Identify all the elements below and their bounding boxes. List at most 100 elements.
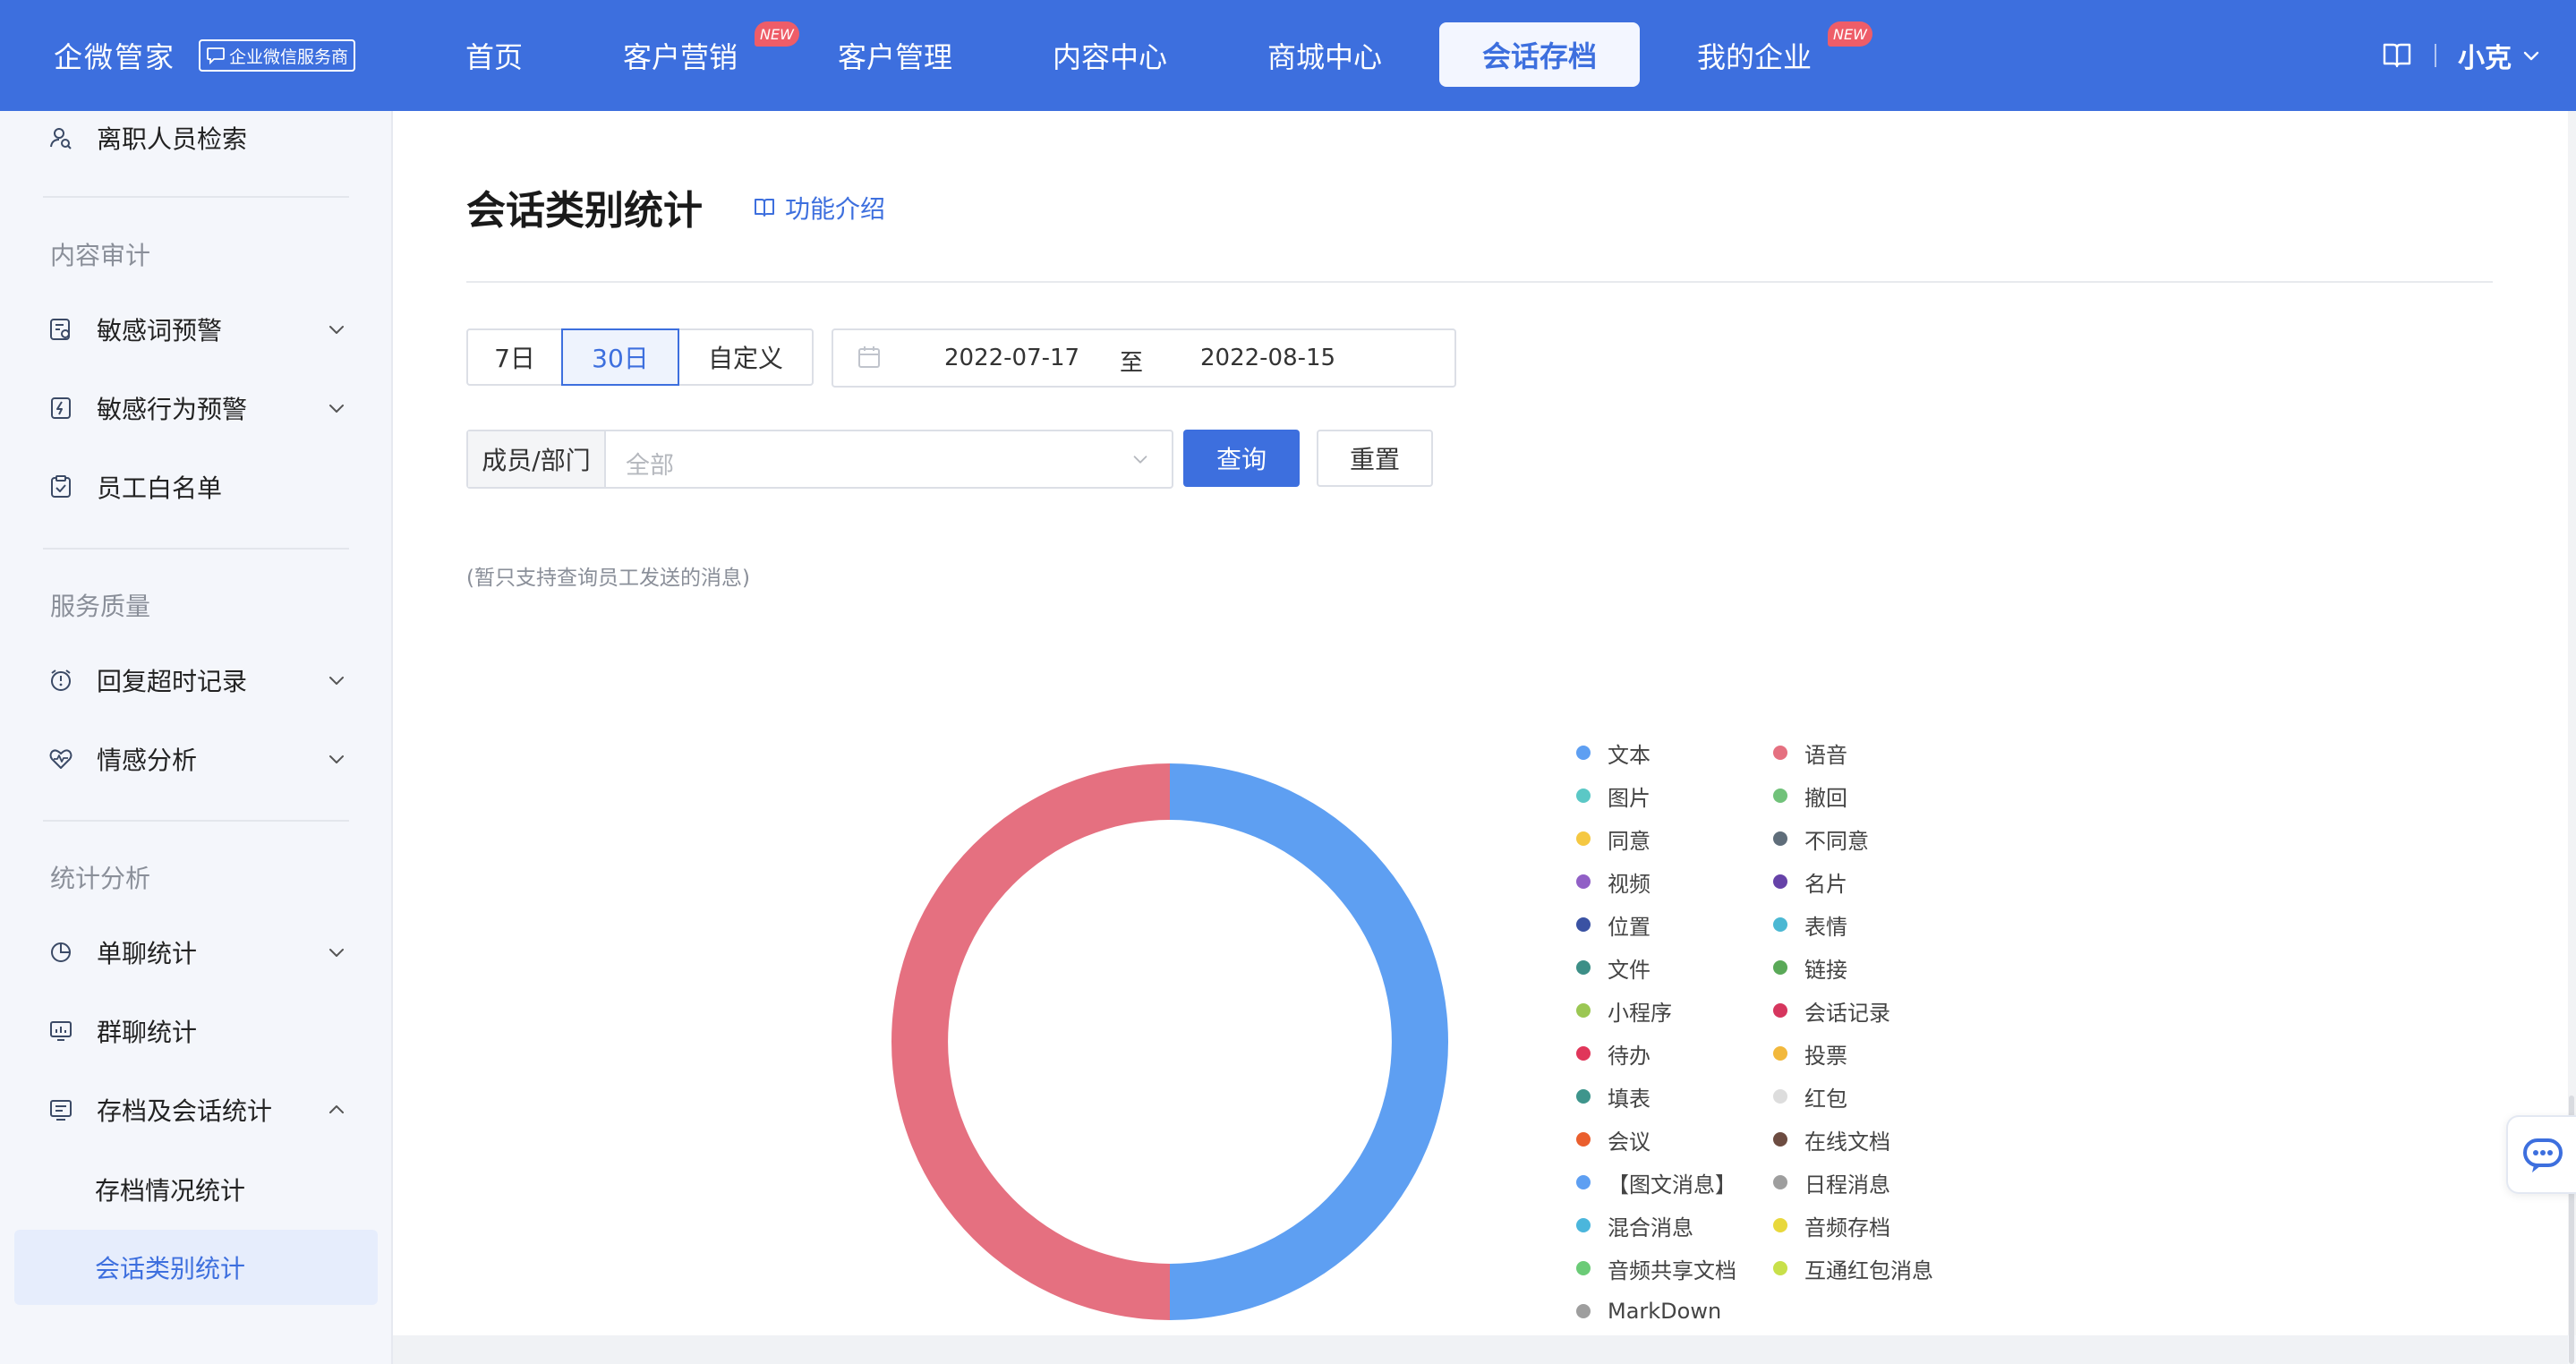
sidebar-item-label: 情感分析 bbox=[97, 746, 198, 775]
sidebar-group-title: 统计分析 bbox=[50, 864, 151, 893]
legend-label: 文本 bbox=[1608, 742, 1651, 768]
legend-item[interactable]: 撤回 bbox=[1773, 782, 1847, 811]
sidebar-group-title: 服务质量 bbox=[50, 592, 151, 621]
legend-item[interactable]: 会话记录 bbox=[1773, 997, 1890, 1026]
nav-my-enterprise[interactable]: 我的企业 bbox=[1697, 0, 1812, 111]
legend-dot bbox=[1576, 831, 1591, 846]
sidebar-item-whitelist[interactable]: 员工白名单 bbox=[0, 456, 391, 517]
legend-item[interactable]: 音频存档 bbox=[1773, 1212, 1890, 1240]
legend-item[interactable]: 表情 bbox=[1773, 911, 1847, 940]
donut-slice[interactable] bbox=[891, 763, 1170, 1320]
top-nav: 企微管家 企业微信服务商 首页 客户营销 NEW 客户管理 内容中心 商城中心 … bbox=[0, 0, 2576, 111]
user-search-icon bbox=[50, 128, 72, 149]
sidebar-item-sensitive-word[interactable]: 敏感词预警 bbox=[0, 299, 391, 360]
legend-dot bbox=[1773, 1261, 1787, 1275]
legend-item[interactable]: 红包 bbox=[1773, 1083, 1847, 1112]
range-30d-button[interactable]: 30日 bbox=[561, 328, 679, 386]
legend-item[interactable]: 图片 bbox=[1576, 782, 1651, 811]
sidebar-item-label: 回复超时记录 bbox=[97, 667, 248, 696]
sidebar-item-label: 离职人员检索 bbox=[97, 124, 248, 154]
chevron-down-icon[interactable] bbox=[2521, 45, 2542, 66]
query-note: (暂只支持查询员工发送的消息) bbox=[466, 567, 750, 590]
nav-customer-management[interactable]: 客户管理 bbox=[838, 0, 952, 111]
legend-item[interactable]: 文件 bbox=[1576, 954, 1651, 983]
member-department-input[interactable]: 全部 bbox=[626, 446, 674, 481]
date-range-picker[interactable]: 2022-07-17 至 2022-08-15 bbox=[832, 328, 1456, 388]
legend-item[interactable]: 【图文消息】 bbox=[1576, 1169, 1736, 1198]
nav-content-center[interactable]: 内容中心 bbox=[1053, 0, 1167, 111]
range-7d-button[interactable]: 7日 bbox=[466, 328, 563, 386]
chevron-down-icon bbox=[329, 326, 344, 334]
range-custom-button[interactable]: 自定义 bbox=[678, 328, 814, 386]
legend-dot bbox=[1576, 874, 1591, 889]
chevron-up-icon bbox=[329, 1105, 344, 1113]
legend-label: 表情 bbox=[1804, 914, 1847, 940]
legend-item[interactable]: 同意 bbox=[1576, 825, 1651, 854]
sidebar-item-label: 敏感词预警 bbox=[97, 316, 223, 345]
legend-item[interactable]: 链接 bbox=[1773, 954, 1847, 983]
nav-customer-marketing-label: 客户营销 bbox=[623, 40, 738, 74]
legend-item[interactable]: 互通红包消息 bbox=[1773, 1255, 1933, 1283]
sidebar-item-single-chat-stats[interactable]: 单聊统计 bbox=[0, 922, 391, 983]
user-name[interactable]: 小克 bbox=[2458, 36, 2512, 75]
sidebar-item-group-chat-stats[interactable]: 群聊统计 bbox=[0, 1001, 391, 1061]
page-title: 会话类别统计 bbox=[466, 188, 703, 234]
sidebar-subitem-session-type-stats[interactable]: 会话类别统计 bbox=[14, 1230, 378, 1305]
legend-item[interactable]: 不同意 bbox=[1773, 825, 1869, 854]
sidebar-item-archive-session-stats[interactable]: 存档及会话统计 bbox=[0, 1079, 391, 1140]
sidebar-subitem-archive-status-stats[interactable]: 存档情况统计 bbox=[0, 1152, 391, 1227]
legend-item[interactable]: 投票 bbox=[1773, 1040, 1847, 1069]
nav-mall-center-label: 商城中心 bbox=[1267, 40, 1383, 74]
book-icon[interactable] bbox=[2381, 41, 2413, 70]
feature-intro-link[interactable]: 功能介绍 bbox=[753, 190, 885, 226]
brand[interactable]: 企微管家 企业微信服务商 bbox=[54, 0, 356, 111]
legend-item[interactable]: 待办 bbox=[1576, 1040, 1651, 1069]
nav-home[interactable]: 首页 bbox=[465, 0, 523, 111]
legend-item[interactable]: 位置 bbox=[1576, 911, 1651, 940]
legend-dot bbox=[1576, 917, 1591, 932]
brand-name: 企微管家 bbox=[54, 40, 176, 74]
sidebar-item-emotion-analysis[interactable]: 情感分析 bbox=[0, 729, 391, 789]
reset-button[interactable]: 重置 bbox=[1317, 430, 1433, 487]
date-end[interactable]: 2022-08-15 bbox=[1200, 345, 1335, 371]
legend-item[interactable]: 日程消息 bbox=[1773, 1169, 1890, 1198]
legend-item[interactable]: MarkDown bbox=[1576, 1298, 1721, 1325]
date-start[interactable]: 2022-07-17 bbox=[944, 345, 1079, 371]
member-department-select[interactable]: 成员/部门 全部 bbox=[466, 430, 1173, 489]
legend-dot bbox=[1773, 874, 1787, 889]
legend-label: 文件 bbox=[1608, 957, 1651, 983]
chat-bot-icon bbox=[2523, 1138, 2563, 1172]
legend-label: 在线文档 bbox=[1804, 1129, 1890, 1155]
legend-item[interactable]: 音频共享文档 bbox=[1576, 1255, 1736, 1283]
legend-dot bbox=[1773, 917, 1787, 932]
query-button[interactable]: 查询 bbox=[1183, 430, 1300, 487]
nav-content-center-label: 内容中心 bbox=[1053, 40, 1168, 74]
legend-item[interactable]: 语音 bbox=[1773, 739, 1847, 768]
new-badge: NEW bbox=[755, 21, 799, 47]
nav-session-archive[interactable]: 会话存档 bbox=[1439, 22, 1640, 87]
sensitive-word-icon bbox=[50, 319, 70, 340]
legend-label: 混合消息 bbox=[1608, 1215, 1693, 1240]
chat-support-button[interactable] bbox=[2506, 1115, 2576, 1194]
legend-item[interactable]: 混合消息 bbox=[1576, 1212, 1693, 1240]
brand-badge-text: 企业微信服务商 bbox=[229, 47, 349, 67]
pie-chart-icon bbox=[51, 942, 71, 962]
nav-customer-marketing[interactable]: 客户营销 bbox=[623, 0, 738, 111]
legend-label: 名片 bbox=[1804, 871, 1847, 897]
legend-item[interactable]: 在线文档 bbox=[1773, 1126, 1890, 1155]
legend-item[interactable]: 小程序 bbox=[1576, 997, 1672, 1026]
legend-label: 音频存档 bbox=[1804, 1215, 1890, 1240]
sidebar-item-sensitive-behavior[interactable]: 敏感行为预警 bbox=[0, 378, 391, 439]
clipboard-check-icon bbox=[51, 475, 71, 498]
legend-item[interactable]: 文本 bbox=[1576, 739, 1651, 768]
donut-slice[interactable] bbox=[1170, 763, 1448, 1320]
legend-label: 语音 bbox=[1804, 742, 1847, 768]
nav-mall-center[interactable]: 商城中心 bbox=[1267, 0, 1382, 111]
sidebar-item-reply-timeout[interactable]: 回复超时记录 bbox=[0, 650, 391, 711]
sidebar-item-resigned-search[interactable]: 离职人员检索 bbox=[0, 107, 391, 168]
legend-item[interactable]: 会议 bbox=[1576, 1126, 1651, 1155]
legend-item[interactable]: 填表 bbox=[1576, 1083, 1651, 1112]
clock-alert-icon bbox=[51, 669, 71, 691]
legend-item[interactable]: 名片 bbox=[1773, 868, 1847, 897]
legend-item[interactable]: 视频 bbox=[1576, 868, 1651, 897]
